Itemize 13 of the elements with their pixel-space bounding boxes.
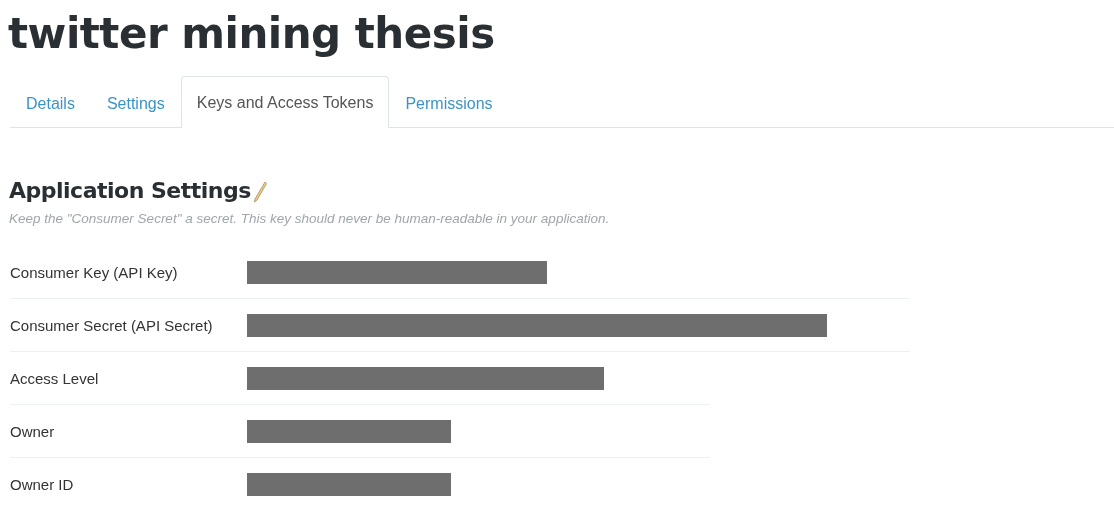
- field-label: Consumer Secret (API Secret): [10, 316, 214, 334]
- tab[interactable]: Settings: [90, 77, 181, 128]
- tab[interactable]: Permissions: [389, 77, 509, 128]
- section-heading: Application Settings: [9, 178, 251, 203]
- pencil-icon[interactable]: [252, 181, 267, 203]
- tab[interactable]: Keys and Access Tokens: [180, 76, 390, 128]
- field-label: Owner ID: [10, 475, 75, 493]
- note-text: Keep the "Consumer Secret" a secret. This key should never be human-readable in your application.: [9, 211, 611, 226]
- field-label: Consumer Key (API Key): [10, 263, 179, 281]
- field-label: Owner: [10, 422, 56, 440]
- app-title: twitter mining thesis: [7, 8, 496, 60]
- tab[interactable]: Details: [10, 77, 91, 128]
- field-label: Access Level: [10, 369, 100, 387]
